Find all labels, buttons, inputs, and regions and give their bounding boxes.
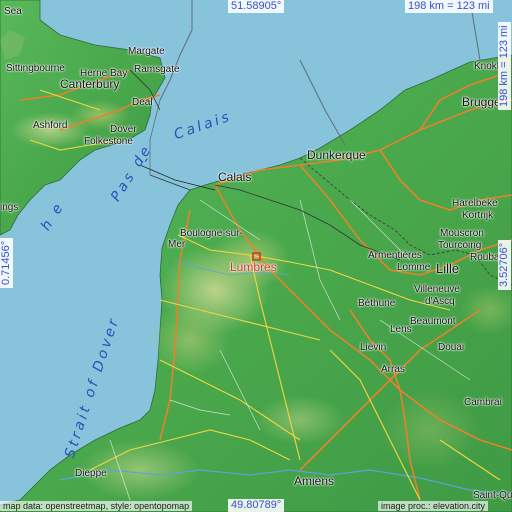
- city-label-lens: Lens: [390, 324, 412, 335]
- city-label-dieppe: Dieppe: [75, 468, 107, 479]
- city-label-boulogne-1: Boulogne-sur-: [180, 228, 243, 239]
- attribution-left: map data: openstreetmap, style: opentopo…: [0, 501, 193, 511]
- city-label-dunkerque: Dunkerque: [307, 148, 366, 162]
- city-label-harelbeke: Harelbeke: [452, 198, 498, 209]
- city-label-deal: Deal: [132, 97, 153, 108]
- city-label-folkestone: Folkestone: [84, 136, 133, 147]
- city-label-saint-quentin: Saint-Qu: [473, 490, 512, 501]
- city-label-sittingbourne: Sittingbourne: [6, 63, 65, 74]
- city-label-lomme: Lomme: [397, 262, 431, 273]
- city-label-brugge: Brugge: [462, 95, 501, 109]
- city-label-canterbury: Canterbury: [60, 77, 120, 91]
- city-label-margate: Margate: [128, 46, 165, 57]
- highlight-city-label: Lumbres: [230, 260, 277, 274]
- city-label-ashford: Ashford: [33, 120, 68, 131]
- coord-south: 49.80789°: [228, 499, 285, 512]
- city-label-cambrai: Cambrai: [464, 397, 502, 408]
- city-label-amiens: Amiens: [294, 474, 335, 488]
- city-label-boulogne-2: Mer: [168, 239, 186, 250]
- scale-right: 198 km = 123 mi: [498, 22, 511, 110]
- map-canvas[interactable]: Calais Pas de - h e Strait of Dover Sea …: [0, 0, 512, 512]
- attribution-right: image proc.: elevation.city: [378, 501, 489, 511]
- scale-top: 198 km = 123 mi: [405, 0, 493, 13]
- coord-north: 51.58905°: [228, 0, 285, 13]
- city-label-villeneuve-1: Villeneuve: [414, 284, 460, 295]
- city-label-arras: Arras: [381, 364, 405, 375]
- city-label-kortrijk: Kortrijk: [462, 210, 494, 221]
- city-label-douai: Douai: [438, 342, 465, 353]
- city-label-tourcoing: Tourcoing: [438, 240, 482, 251]
- city-label-mouscron: Mouscron: [440, 228, 484, 239]
- coord-west: 0.71456°: [0, 237, 13, 288]
- city-label-ramsgate: Ramsgate: [134, 64, 180, 75]
- city-label-calais: Calais: [218, 170, 252, 184]
- city-label-villeneuve-2: d'Ascq: [425, 296, 455, 307]
- city-label-lille: Lille: [436, 261, 460, 276]
- city-label-ings: ings: [0, 202, 19, 213]
- city-label-armentieres: Armentières: [368, 250, 422, 261]
- coord-east: 3.52706°: [498, 239, 511, 290]
- city-label-sea: Sea: [4, 6, 22, 17]
- city-label-beaumont: Beaumont: [410, 316, 456, 327]
- city-label-bethune: Béthune: [358, 298, 396, 309]
- city-label-lievin: Liévin: [360, 342, 387, 353]
- city-label-dover: Dover: [110, 124, 137, 135]
